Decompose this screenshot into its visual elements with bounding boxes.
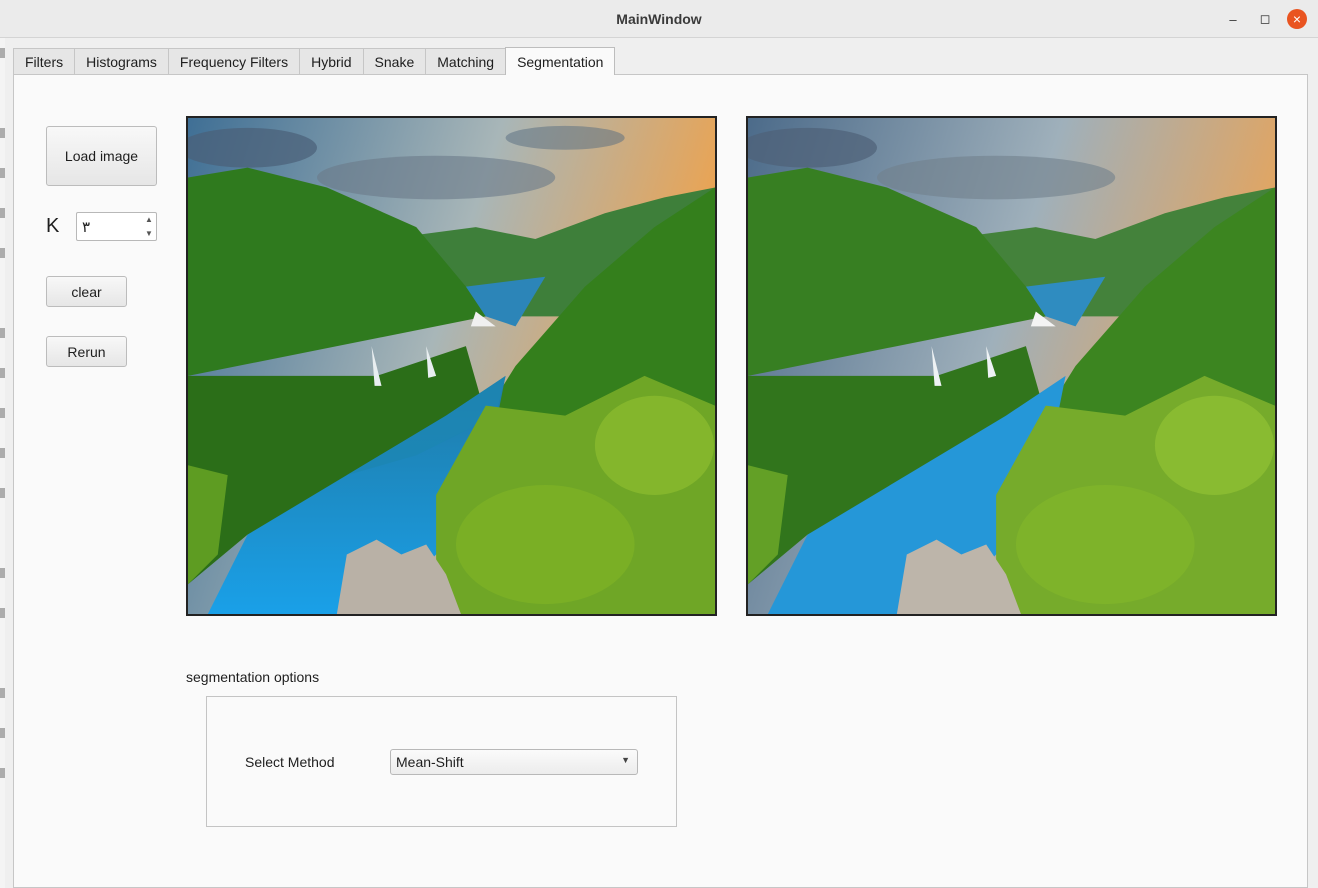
spin-down-icon[interactable]: ▼ — [142, 227, 156, 241]
k-label: K — [46, 215, 60, 237]
tab-hybrid[interactable]: Hybrid — [299, 48, 364, 75]
tab-bar: Filters Histograms Frequency Filters Hyb… — [13, 47, 616, 75]
segmented-image-landscape — [748, 118, 1275, 614]
k-value[interactable]: ٣ — [82, 218, 90, 236]
close-icon[interactable]: × — [1287, 9, 1307, 29]
minimize-icon[interactable]: – — [1222, 8, 1244, 30]
tab-segmentation[interactable]: Segmentation — [505, 47, 616, 75]
select-method-label: Select Method — [245, 754, 335, 770]
title-bar: MainWindow – ◻ × — [0, 0, 1318, 38]
main-window: Filters Histograms Frequency Filters Hyb… — [5, 38, 1318, 888]
load-image-button[interactable]: Load image — [46, 126, 157, 186]
dropdown-arrow-icon[interactable]: ▼ — [621, 755, 630, 765]
segmentation-options-label: segmentation options — [186, 669, 320, 685]
maximize-icon[interactable]: ◻ — [1254, 8, 1276, 30]
window-title: MainWindow — [616, 11, 702, 27]
tab-snake[interactable]: Snake — [362, 48, 427, 75]
rerun-button[interactable]: Rerun — [46, 336, 127, 367]
clear-button[interactable]: clear — [46, 276, 127, 307]
input-image-landscape — [188, 118, 715, 614]
method-select[interactable]: Mean-Shift ▼ — [390, 749, 638, 775]
output-image — [746, 116, 1277, 616]
segmentation-panel: Load image K ٣ ▲ ▼ clear Rerun segmentat… — [13, 74, 1308, 888]
spin-up-icon[interactable]: ▲ — [142, 213, 156, 227]
method-select-value[interactable]: Mean-Shift — [396, 754, 464, 770]
segmentation-options-group: Select Method Mean-Shift ▼ — [206, 696, 677, 827]
tab-histograms[interactable]: Histograms — [74, 48, 169, 75]
tab-filters[interactable]: Filters — [13, 48, 76, 75]
input-image — [186, 116, 717, 616]
tab-frequency-filters[interactable]: Frequency Filters — [167, 48, 301, 75]
k-spinbox[interactable]: ٣ ▲ ▼ — [76, 212, 157, 241]
tab-matching[interactable]: Matching — [425, 48, 507, 75]
